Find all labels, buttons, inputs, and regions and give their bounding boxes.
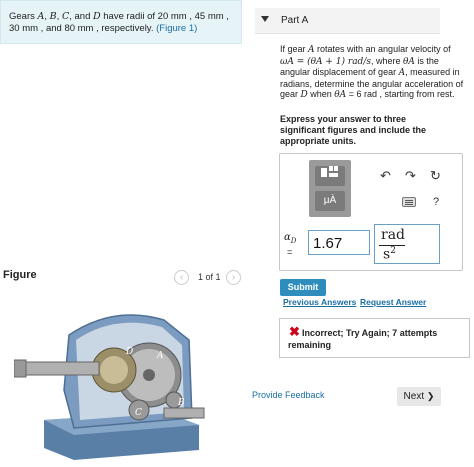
label-c: C [135, 408, 142, 418]
label-f: F [46, 396, 54, 406]
problem-radii: have radii of 20 mm , 45 mm , [100, 11, 229, 22]
theta-symbol: θA [403, 56, 415, 67]
question-fragment: when [307, 89, 335, 99]
gear-a-hub [143, 369, 155, 381]
part-a-header[interactable]: Part A [255, 8, 440, 34]
question-text: If gear A rotates with an angular veloci… [280, 44, 466, 101]
problem-prefix: Gears [9, 11, 38, 22]
next-button[interactable]: Next ❯ [397, 387, 441, 406]
next-label: Next [403, 391, 425, 402]
gear-d-symbol: D [300, 90, 308, 100]
gear-reducer-figure: D A F B C [14, 314, 205, 460]
reset-icon[interactable]: ↻ [430, 169, 441, 183]
input-shaft [18, 361, 100, 376]
figure-title: Figure [3, 269, 37, 281]
request-answer-link[interactable]: Request Answer [360, 297, 426, 307]
units-button[interactable]: μÀ [315, 191, 345, 211]
alpha-symbol: α [284, 232, 291, 243]
previous-answers-link[interactable]: Previous Answers [283, 297, 356, 307]
feedback-message: Incorrect; Try Again; 7 attempts remaini… [288, 328, 438, 350]
math-toolbar: μÀ [309, 160, 351, 217]
figure-link[interactable]: (Figure 1) [156, 23, 197, 34]
label-b: B [177, 398, 185, 408]
chevron-right-icon: ❯ [426, 391, 435, 401]
problem-statement: Gears A, B, C, and D have radii of 20 mm… [0, 0, 242, 44]
gear-d-symbol: D [93, 11, 101, 22]
gear-d-face [100, 356, 128, 384]
answer-units-input[interactable]: rad s2 [374, 224, 440, 264]
redo-icon[interactable]: ↷ [405, 169, 416, 183]
figure-next-button[interactable]: › [226, 270, 241, 285]
question-fragment: If gear [280, 44, 309, 54]
theta-symbol: θA [334, 90, 347, 100]
collapse-triangle-icon[interactable] [261, 16, 269, 22]
templates-button[interactable] [315, 166, 345, 186]
variable-subscript: D [290, 237, 297, 245]
template-icon [321, 166, 339, 186]
angular-velocity-expression: ωA = (θA + 1) rad/s [280, 56, 371, 67]
figure-prev-button[interactable]: ‹ [174, 270, 189, 285]
gear-b-symbol: B [49, 11, 57, 22]
provide-feedback-link[interactable]: Provide Feedback [252, 390, 325, 400]
separator: , and [69, 11, 93, 22]
keyboard-icon[interactable] [402, 197, 416, 207]
equals-sign: = [287, 247, 293, 257]
question-fragment: , where [370, 55, 403, 66]
part-title: Part A [281, 15, 309, 26]
shaft-end [14, 359, 27, 378]
problem-radii-cont: 30 mm , and 80 mm , respectively. [9, 23, 157, 34]
output-shaft [163, 407, 205, 419]
submit-button[interactable]: Submit [280, 279, 326, 296]
unit-denominator: s2 [383, 246, 396, 263]
undo-icon[interactable]: ↶ [380, 169, 391, 183]
answer-value-input[interactable]: 1.67 [308, 230, 370, 255]
help-icon[interactable]: ? [433, 195, 439, 209]
unit-exponent: 2 [390, 246, 396, 256]
question-fragment: = 6 rad , starting from rest. [346, 89, 455, 99]
answer-instructions: Express your answer to three significant… [280, 114, 427, 146]
unit-numerator: rad [381, 227, 406, 243]
label-d: D [125, 347, 133, 357]
figure-page-indicator: 1 of 1 [198, 272, 221, 282]
answer-variable: αD [284, 232, 296, 245]
label-a: A [156, 351, 164, 361]
question-fragment: rotates with an angular velocity of [314, 44, 451, 54]
